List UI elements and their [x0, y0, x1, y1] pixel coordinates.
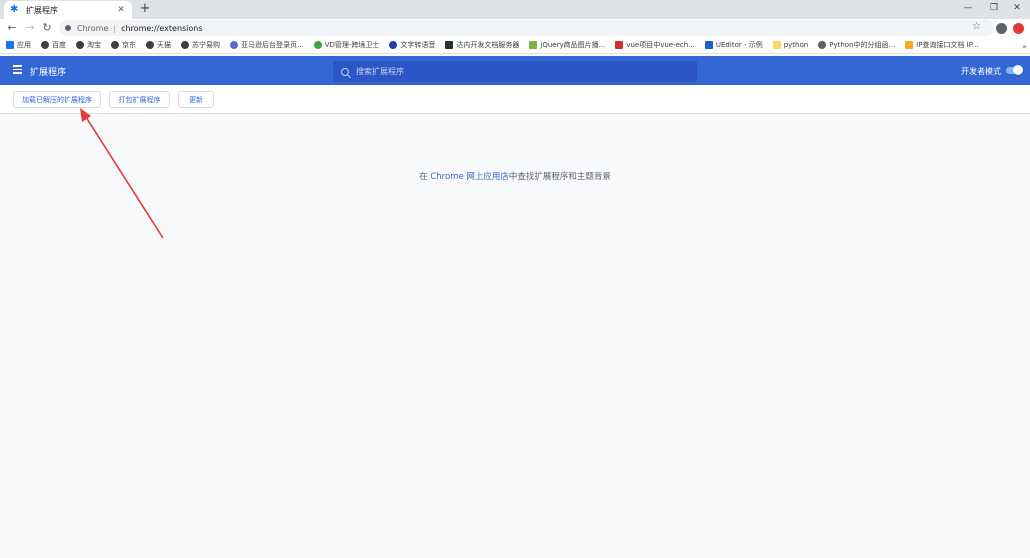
bookmarks-bar: 应用 百度 淘宝 京东 天猫 苏宁易购 亚马逊后台登录页... VD管理-跨境卫…	[0, 37, 1030, 54]
bookmark-item[interactable]: IP查询接口文档 IP...	[905, 40, 979, 50]
tab-title: 扩展程序	[26, 5, 58, 15]
bookmark-item[interactable]: 淘宝	[76, 40, 101, 50]
bookmark-item[interactable]: 达内开发文档服务器	[445, 40, 519, 50]
lambda-icon	[818, 41, 827, 49]
back-arrow-icon[interactable]: ←	[5, 21, 19, 35]
globe-icon	[111, 41, 119, 49]
bookmark-item[interactable]: vue项目中vue-ech...	[615, 40, 695, 50]
globe-icon	[181, 41, 189, 49]
address-site: Chrome	[77, 23, 109, 33]
search-icon	[341, 67, 349, 76]
search-bar[interactable]	[333, 61, 697, 82]
folder-icon	[772, 41, 781, 49]
bookmark-item[interactable]: 苏宁易购	[181, 40, 220, 50]
more-bookmarks-icon[interactable]: »	[1022, 42, 1027, 51]
apps-grid-icon	[6, 41, 14, 49]
csdn-icon	[615, 41, 624, 49]
bookmark-item[interactable]: 文字转语音	[389, 40, 435, 50]
empty-state-message: 在 Chrome 网上应用店中查找扩展程序和主题背景	[419, 172, 611, 182]
puzzle-piece-icon: ✱	[10, 4, 19, 15]
minimize-icon[interactable]: —	[955, 0, 981, 19]
address-separator: |	[113, 23, 117, 33]
forward-arrow-icon[interactable]: →	[23, 21, 37, 35]
search-input[interactable]	[356, 67, 676, 76]
tab-extensions[interactable]: ✱ 扩展程序 ✕	[4, 1, 132, 19]
bookmark-item[interactable]: 亚马逊后台登录页...	[230, 40, 304, 50]
dev-mode-label: 开发者模式	[961, 67, 1001, 76]
address-bar[interactable]: Chrome | chrome://extensions	[59, 20, 994, 36]
update-button[interactable]: 更新	[178, 91, 214, 108]
shield-icon	[313, 41, 322, 49]
bookmark-item[interactable]: VD管理-跨境卫士	[313, 40, 379, 50]
close-window-icon[interactable]: ✕	[1004, 0, 1030, 19]
hamburger-menu-icon[interactable]	[13, 65, 22, 74]
bookmark-item[interactable]: Python中的分组函...	[818, 40, 895, 50]
reload-icon[interactable]: ↻	[40, 21, 54, 35]
globe-icon	[146, 41, 154, 49]
globe-icon	[76, 41, 84, 49]
webstore-link[interactable]: Chrome 网上应用店	[430, 172, 509, 182]
bookmark-item[interactable]: 京东	[111, 40, 136, 50]
tab-close-icon[interactable]: ✕	[116, 5, 126, 15]
globe-icon	[41, 41, 49, 49]
bookmark-item[interactable]: 天猫	[146, 40, 171, 50]
pack-extension-button[interactable]: 打包扩展程序	[109, 91, 170, 108]
bookmark-item[interactable]: 百度	[41, 40, 66, 50]
site-info-icon[interactable]	[65, 25, 71, 31]
new-tab-button[interactable]: +	[138, 2, 152, 16]
bookmark-item[interactable]: jQuery商品图片播...	[529, 40, 605, 50]
tab-strip: ✱ 扩展程序 ✕ + — ❐ ✕	[0, 0, 1030, 19]
ueditor-icon	[704, 41, 713, 49]
extensions-header: 扩展程序 开发者模式	[0, 56, 1030, 85]
page-title: 扩展程序	[30, 68, 67, 78]
bookmark-star-icon[interactable]: ☆	[972, 21, 981, 32]
dev-mode-toggle[interactable]	[1006, 65, 1023, 75]
bookmark-folder[interactable]: python	[772, 41, 808, 49]
toggle-knob	[1013, 65, 1023, 75]
browser-toolbar: ← → ↻ Chrome | chrome://extensions ☆	[0, 19, 1030, 37]
paw-icon	[389, 41, 398, 49]
docs-icon	[445, 41, 454, 49]
amazon-icon	[230, 41, 238, 49]
image-icon	[529, 41, 538, 49]
address-url: chrome://extensions	[121, 23, 203, 33]
ip-icon	[905, 41, 914, 49]
dev-action-bar: 加载已解压的扩展程序 打包扩展程序 更新	[0, 85, 1030, 114]
profile-avatar-icon[interactable]	[996, 23, 1007, 34]
extensions-list: 在 Chrome 网上应用店中查找扩展程序和主题背景	[0, 114, 1030, 558]
load-unpacked-button[interactable]: 加载已解压的扩展程序	[13, 91, 101, 108]
extension-icon[interactable]	[1013, 23, 1024, 34]
bookmark-item[interactable]: UEditor - 示例	[704, 40, 763, 50]
bookmark-apps[interactable]: 应用	[6, 40, 31, 50]
